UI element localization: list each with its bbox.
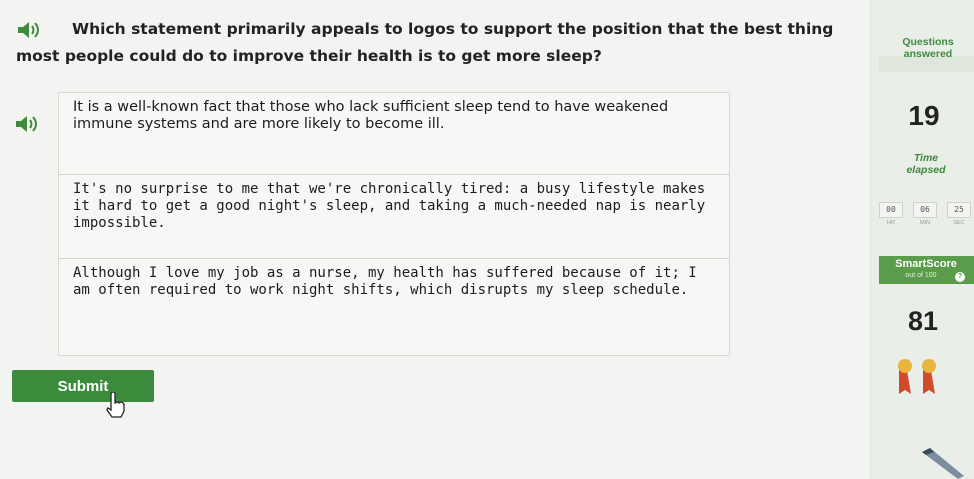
timer-seconds-label: SEC bbox=[953, 220, 965, 226]
answer-choice-1-text: It is a well-known fact that those who l… bbox=[73, 99, 669, 132]
timer-minutes-label: MIN bbox=[919, 220, 931, 226]
timer-minutes: 06 bbox=[913, 202, 937, 218]
timer-seconds: 25 bbox=[947, 202, 971, 218]
answer-choice-2-text: It's no surprise to me that we're chroni… bbox=[73, 181, 706, 231]
question-panel: Which statement primarily appeals to log… bbox=[0, 0, 870, 479]
smartscore-value: 81 bbox=[907, 306, 939, 336]
timer-hours-label: HR bbox=[887, 220, 895, 226]
smartscore-label: SmartScore bbox=[895, 258, 957, 270]
submit-button[interactable]: Submit bbox=[12, 370, 154, 402]
smartscore-info-icon[interactable]: ? bbox=[955, 272, 965, 282]
answer-choice-3-text: Although I love my job as a nurse, my he… bbox=[73, 265, 697, 298]
hand-cursor-icon bbox=[104, 391, 126, 418]
question-keyword: logos bbox=[408, 20, 455, 38]
ribbon-medal-icon bbox=[893, 356, 953, 396]
timer-hours: 00 bbox=[879, 202, 903, 218]
answer-choice-3[interactable]: Although I love my job as a nurse, my he… bbox=[58, 258, 730, 356]
stylus-pen-icon bbox=[918, 446, 966, 479]
questions-answered-count: 19 bbox=[908, 100, 940, 131]
time-elapsed-label: Time elapsed bbox=[906, 152, 946, 176]
elapsed-timer: 00 06 25 HR MIN SEC bbox=[879, 202, 974, 234]
choices-audio-icon[interactable] bbox=[14, 114, 40, 134]
progress-sidebar: Questions answered 19 Time elapsed 00 06… bbox=[870, 0, 974, 479]
questions-answered-label: Questions answered bbox=[902, 36, 954, 60]
question-text: Which statement primarily appeals to log… bbox=[16, 20, 834, 65]
smartscore-scale-label: out of 100 bbox=[905, 272, 937, 279]
